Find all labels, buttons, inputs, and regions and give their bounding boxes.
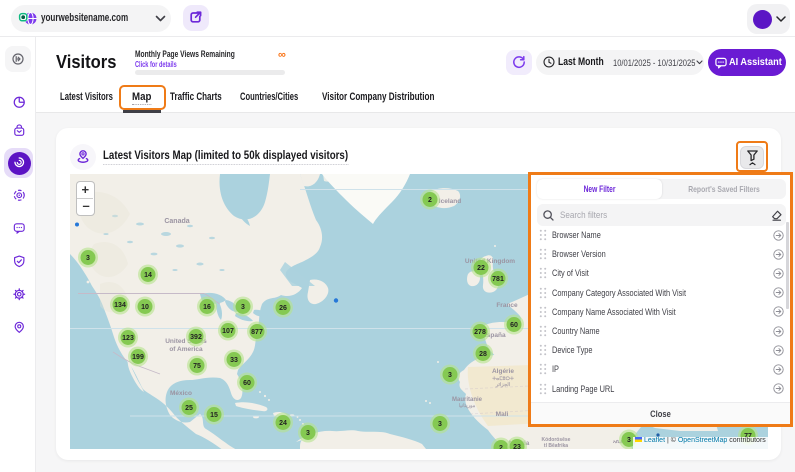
svg-text:3: 3 bbox=[241, 304, 245, 311]
svg-text:2: 2 bbox=[499, 445, 503, 449]
svg-text:10: 10 bbox=[141, 304, 149, 311]
svg-text:Canada: Canada bbox=[164, 218, 189, 225]
svg-text:877: 877 bbox=[251, 329, 263, 336]
svg-text:22: 22 bbox=[477, 265, 485, 272]
svg-text:26: 26 bbox=[279, 305, 287, 312]
svg-text:134: 134 bbox=[114, 302, 126, 309]
svg-text:موريتانيا: موريتانيا bbox=[459, 403, 476, 409]
svg-text:tl Bêafrika: tl Bêafrika bbox=[544, 443, 568, 449]
svg-text:14: 14 bbox=[144, 272, 152, 279]
svg-text:75: 75 bbox=[193, 363, 201, 370]
svg-text:2: 2 bbox=[428, 197, 432, 204]
svg-text:Mali: Mali bbox=[496, 411, 509, 418]
svg-text:3: 3 bbox=[448, 372, 452, 379]
svg-text:25: 25 bbox=[185, 405, 193, 412]
svg-text:France: France bbox=[496, 302, 518, 309]
svg-text:3: 3 bbox=[627, 437, 631, 444]
svg-text:3: 3 bbox=[86, 255, 90, 262]
svg-text:107: 107 bbox=[222, 328, 234, 335]
svg-text:الجزائر: الجزائر bbox=[495, 382, 511, 388]
svg-text:15: 15 bbox=[210, 412, 218, 419]
svg-text:Algérie: Algérie bbox=[492, 368, 514, 375]
svg-text:199: 199 bbox=[132, 354, 144, 361]
svg-text:60: 60 bbox=[243, 380, 251, 387]
svg-text:123: 123 bbox=[122, 335, 134, 342]
svg-text:ⵜⴰⵎⵓⵔⵜ: ⵜⴰⵎⵓⵔⵜ bbox=[492, 375, 514, 382]
svg-text:60: 60 bbox=[510, 322, 518, 329]
svg-text:278: 278 bbox=[474, 329, 486, 336]
svg-text:3: 3 bbox=[438, 421, 442, 428]
svg-text:3: 3 bbox=[306, 430, 310, 437]
svg-text:Iceland: Iceland bbox=[439, 198, 461, 205]
svg-text:16: 16 bbox=[203, 304, 211, 311]
svg-text:33: 33 bbox=[230, 357, 238, 364]
svg-text:392: 392 bbox=[190, 334, 202, 341]
svg-text:23: 23 bbox=[513, 444, 521, 449]
svg-text:México: México bbox=[170, 390, 192, 397]
svg-text:of America: of America bbox=[169, 346, 203, 353]
svg-text:781: 781 bbox=[492, 276, 504, 283]
svg-text:24: 24 bbox=[279, 420, 287, 427]
svg-text:28: 28 bbox=[479, 351, 487, 358]
